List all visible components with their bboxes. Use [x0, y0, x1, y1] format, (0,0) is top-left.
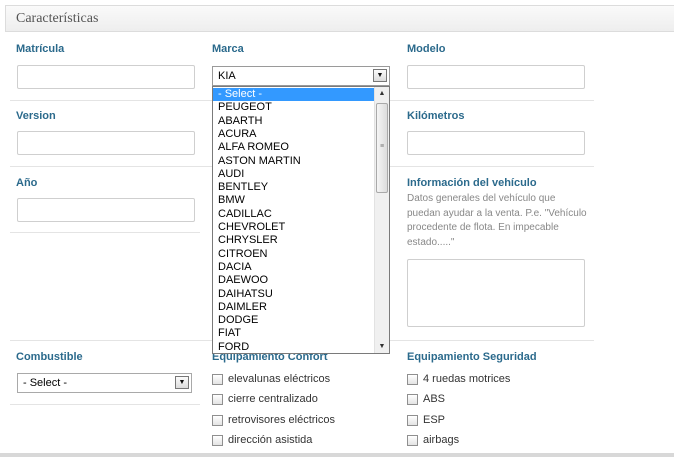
dropdown-option[interactable]: CITROEN [213, 248, 374, 261]
kilometros-input[interactable] [407, 131, 585, 155]
dropdown-option[interactable]: ALFA ROMEO [213, 141, 374, 154]
panel-title: Características [16, 11, 99, 26]
checkbox-label: airbags [423, 434, 460, 446]
label-version: Version [16, 110, 56, 122]
dropdown-option[interactable]: DAEWOO [213, 274, 374, 287]
label-matricula: Matrícula [16, 43, 65, 55]
chevron-down-icon[interactable]: ▼ [373, 69, 387, 82]
checkbox[interactable] [212, 435, 223, 446]
checkbox[interactable] [407, 374, 418, 385]
anio-input[interactable] [17, 198, 195, 222]
combustible-select[interactable]: - Select - ▼ [17, 373, 192, 393]
dropdown-option[interactable]: ACURA [213, 128, 374, 141]
dropdown-option[interactable]: CADILLAC [213, 208, 374, 221]
grip-icon: ≡ [380, 143, 385, 150]
checkbox-label: 4 ruedas motrices [423, 373, 511, 385]
dropdown-option[interactable]: DAIHATSU [213, 288, 374, 301]
marca-select-value: KIA [218, 70, 236, 82]
marca-dropdown-list[interactable]: - Select - PEUGEOT ABARTH ACURA ALFA ROMEO AS… [212, 86, 390, 354]
info-textarea[interactable] [407, 259, 585, 327]
dropdown-option[interactable]: CHEVROLET [213, 221, 374, 234]
dropdown-option[interactable]: FORD [213, 341, 374, 353]
checkbox-label: elevalunas eléctricos [228, 373, 331, 385]
scrollbar-thumb[interactable]: ≡ [376, 103, 388, 193]
dropdown-option[interactable]: DODGE [213, 314, 374, 327]
checkbox[interactable] [407, 435, 418, 446]
scrollbar[interactable]: ▲ ≡ ▼ [374, 87, 389, 353]
bottom-border [0, 453, 674, 457]
checkbox[interactable] [212, 374, 223, 385]
label-anio: Año [16, 177, 38, 189]
checkbox[interactable] [212, 415, 223, 426]
dropdown-option[interactable]: BENTLEY [213, 181, 374, 194]
dropdown-option[interactable]: CHRYSLER [213, 234, 374, 247]
divider [10, 404, 200, 405]
dropdown-option[interactable]: BMW [213, 194, 374, 207]
combustible-select-value: - Select - [23, 377, 68, 389]
label-modelo: Modelo [407, 43, 446, 55]
label-info: Información del vehículo [407, 177, 537, 189]
dropdown-option[interactable]: AUDI [213, 168, 374, 181]
modelo-input[interactable] [407, 65, 585, 89]
dropdown-option[interactable]: DAIMLER [213, 301, 374, 314]
info-help-text: Datos generales del vehículo que puedan … [407, 193, 587, 248]
dropdown-option[interactable]: FIAT [213, 327, 374, 340]
label-equipamiento-seguridad: Equipamiento Seguridad [407, 351, 537, 363]
panel-header: Características [5, 5, 674, 32]
checkbox[interactable] [212, 394, 223, 405]
dropdown-option[interactable]: ASTON MARTIN [213, 155, 374, 168]
divider [10, 232, 200, 233]
dropdown-option[interactable]: - Select - [213, 88, 374, 101]
matricula-input[interactable] [17, 65, 195, 89]
chevron-down-icon[interactable]: ▼ [375, 340, 389, 353]
checkbox[interactable] [407, 394, 418, 405]
chevron-down-icon[interactable]: ▼ [175, 376, 189, 389]
dropdown-option[interactable]: DACIA [213, 261, 374, 274]
checkbox-label: dirección asistida [228, 434, 313, 446]
checkbox-label: cierre centralizado [228, 393, 318, 405]
version-input[interactable] [17, 131, 195, 155]
dropdown-option[interactable]: PEUGEOT [213, 101, 374, 114]
chevron-up-icon[interactable]: ▲ [375, 87, 389, 100]
checkbox-label: ESP [423, 414, 446, 426]
label-combustible: Combustible [16, 351, 83, 363]
checkbox-label: retrovisores eléctricos [228, 414, 335, 426]
label-kilometros: Kilómetros [407, 110, 465, 122]
label-marca: Marca [212, 43, 244, 55]
checkbox[interactable] [407, 415, 418, 426]
checkbox-label: ABS [423, 393, 446, 405]
dropdown-option[interactable]: ABARTH [213, 115, 374, 128]
marca-select[interactable]: KIA ▼ [212, 66, 390, 86]
